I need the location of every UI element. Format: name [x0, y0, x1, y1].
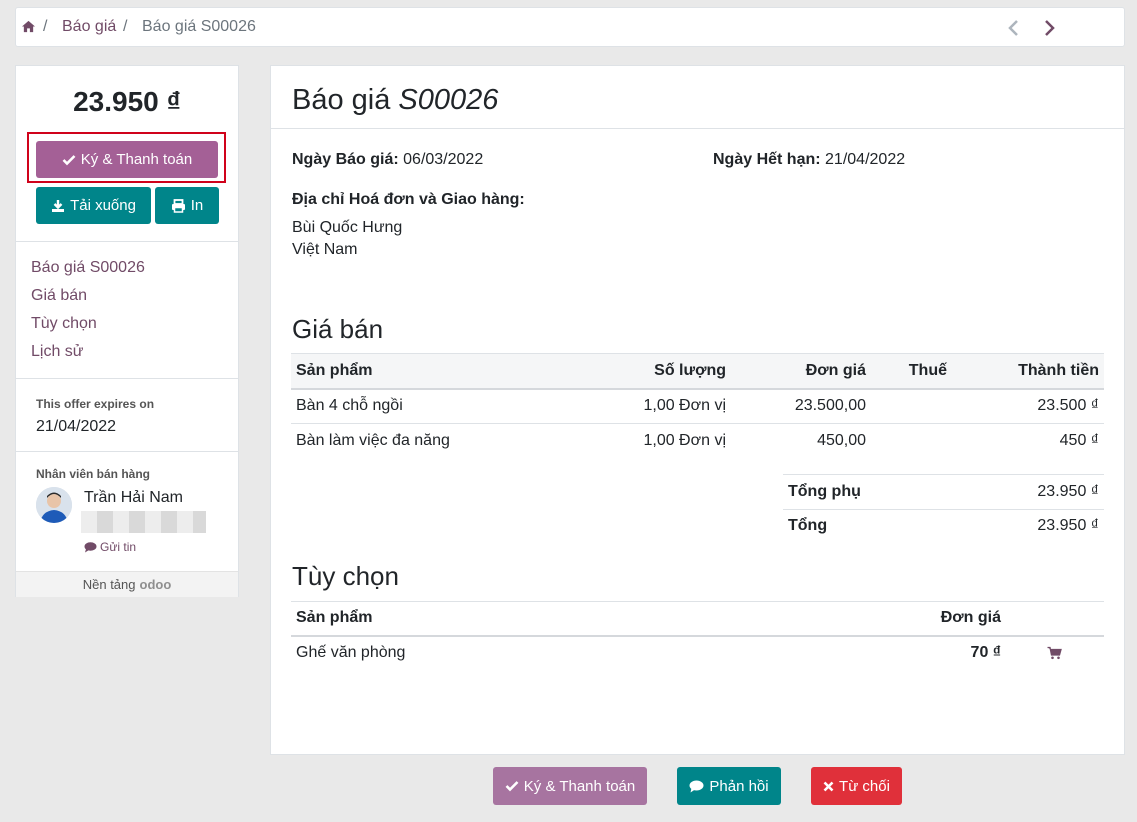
powered-by-label: Nền tảng	[82, 577, 136, 592]
print-button[interactable]: In	[155, 187, 219, 224]
table-cell-unit-price: 450,00	[817, 432, 866, 449]
quote-date-label: Ngày Báo giá:	[292, 151, 399, 168]
option-price: 70 ₫	[970, 644, 1001, 661]
sign-pay-button-bottom[interactable]: Ký & Thanh toán	[493, 767, 647, 805]
chevron-left-icon[interactable]	[1006, 19, 1022, 37]
quote-panel: Báo giá S00026 Ngày Báo giá: 06/03/2022 …	[270, 65, 1125, 755]
title-prefix: Báo giá	[292, 84, 391, 116]
table-cell-unit-price: 23.500,00	[794, 397, 866, 414]
page-title: Báo giá S00026	[292, 84, 498, 117]
home-icon[interactable]	[21, 20, 36, 33]
divider	[16, 378, 238, 379]
subtotal-value: 23.950 ₫	[1037, 483, 1099, 500]
address-country: Việt Nam	[292, 241, 358, 258]
chat-icon	[84, 541, 97, 552]
chevron-right-icon[interactable]	[1041, 19, 1057, 37]
divider	[291, 388, 1104, 390]
reject-button[interactable]: Từ chối	[811, 767, 902, 805]
title-ref: S00026	[398, 84, 499, 116]
address-name: Bùi Quốc Hưng	[292, 219, 403, 236]
add-to-cart-icon[interactable]	[1047, 646, 1062, 660]
close-icon	[823, 781, 834, 791]
total-value: 23.950 ₫	[1037, 517, 1099, 534]
table-cell-product: Bàn 4 chỗ ngồi	[296, 397, 403, 414]
expiry-date: Ngày Hết hạn: 21/04/2022	[713, 151, 905, 169]
options-title: Tùy chọn	[292, 561, 399, 591]
table-cell-subtotal: 450 ₫	[1059, 432, 1099, 449]
avatar	[36, 487, 72, 523]
divider	[271, 128, 1124, 129]
powered-by: Nền tảng odoo	[16, 571, 238, 597]
pricing-title: Giá bán	[292, 314, 384, 344]
table-cell-product: Bàn làm việc đa năng	[296, 432, 450, 449]
options-col-price: Đơn giá	[940, 609, 1001, 626]
send-message-label: Gửi tin	[100, 540, 137, 554]
check-icon	[62, 154, 76, 165]
sign-pay-label: Ký & Thanh toán	[80, 151, 193, 168]
divider	[291, 423, 1104, 424]
col-subtotal: Thành tiền	[1018, 362, 1099, 379]
sidebar-link-options[interactable]: Tùy chọn	[31, 315, 97, 333]
salesperson-name: Trần Hải Nam	[84, 489, 183, 506]
sign-pay-button[interactable]: Ký & Thanh toán	[36, 141, 218, 178]
expires-date: 21/04/2022	[36, 418, 117, 435]
feedback-button[interactable]: Phản hồi	[677, 767, 781, 805]
address-label: Địa chỉ Hoá đơn và Giao hàng:	[292, 191, 525, 208]
col-product: Sản phẩm	[296, 362, 373, 379]
option-product: Ghế văn phòng	[296, 644, 406, 661]
col-quantity: Số lượng	[654, 362, 726, 379]
divider	[16, 451, 238, 452]
quote-date: Ngày Báo giá: 06/03/2022	[292, 151, 483, 169]
printer-icon	[171, 198, 185, 213]
divider	[16, 241, 238, 242]
sign-pay-bottom-label: Ký & Thanh toán	[523, 777, 636, 795]
divider	[291, 601, 1104, 602]
divider	[783, 474, 1104, 475]
col-tax: Thuế	[908, 362, 947, 379]
download-icon	[52, 199, 65, 212]
divider	[291, 635, 1104, 637]
check-icon	[505, 781, 519, 792]
download-button[interactable]: Tải xuống	[36, 187, 151, 224]
redacted-contact	[81, 511, 206, 533]
breadcrumb: / Báo giá / Báo giá S00026	[15, 7, 1125, 47]
expires-label: This offer expires on	[36, 397, 155, 411]
divider	[783, 509, 1104, 510]
table-cell-qty: 1,00 Đơn vị	[643, 397, 726, 414]
total-amount: 23.950 ₫	[73, 86, 181, 117]
feedback-label: Phản hồi	[709, 777, 769, 795]
breadcrumb-item-quotes[interactable]: Báo giá	[62, 18, 116, 36]
total-label: Tổng	[788, 517, 828, 534]
download-label: Tải xuống	[70, 197, 136, 214]
expiry-date-value: 21/04/2022	[825, 151, 906, 168]
odoo-logo[interactable]: odoo	[140, 577, 172, 592]
expiry-date-label: Ngày Hết hạn:	[713, 151, 821, 168]
send-message-link[interactable]: Gửi tin	[84, 540, 136, 554]
table-cell-subtotal: 23.500 ₫	[1037, 397, 1099, 414]
salesperson-label: Nhân viên bán hàng	[36, 467, 151, 481]
print-label: In	[190, 197, 204, 214]
quote-date-value: 06/03/2022	[403, 151, 484, 168]
subtotal-label: Tổng phụ	[788, 483, 861, 500]
sidebar-link-quote[interactable]: Báo giá S00026	[31, 259, 145, 277]
breadcrumb-separator: /	[43, 18, 48, 35]
breadcrumb-item-current: Báo giá S00026	[142, 18, 256, 35]
sidebar-link-pricing[interactable]: Giá bán	[31, 287, 87, 305]
breadcrumb-separator: /	[123, 18, 128, 35]
sidebar: 23.950 ₫ Ký & Thanh toán Tải xuống In Bá…	[15, 65, 239, 597]
sidebar-link-history[interactable]: Lịch sử	[31, 343, 84, 361]
table-cell-qty: 1,00 Đơn vị	[643, 432, 726, 449]
options-col-product: Sản phẩm	[296, 609, 373, 626]
reject-label: Từ chối	[839, 777, 890, 795]
chat-icon	[689, 780, 704, 792]
